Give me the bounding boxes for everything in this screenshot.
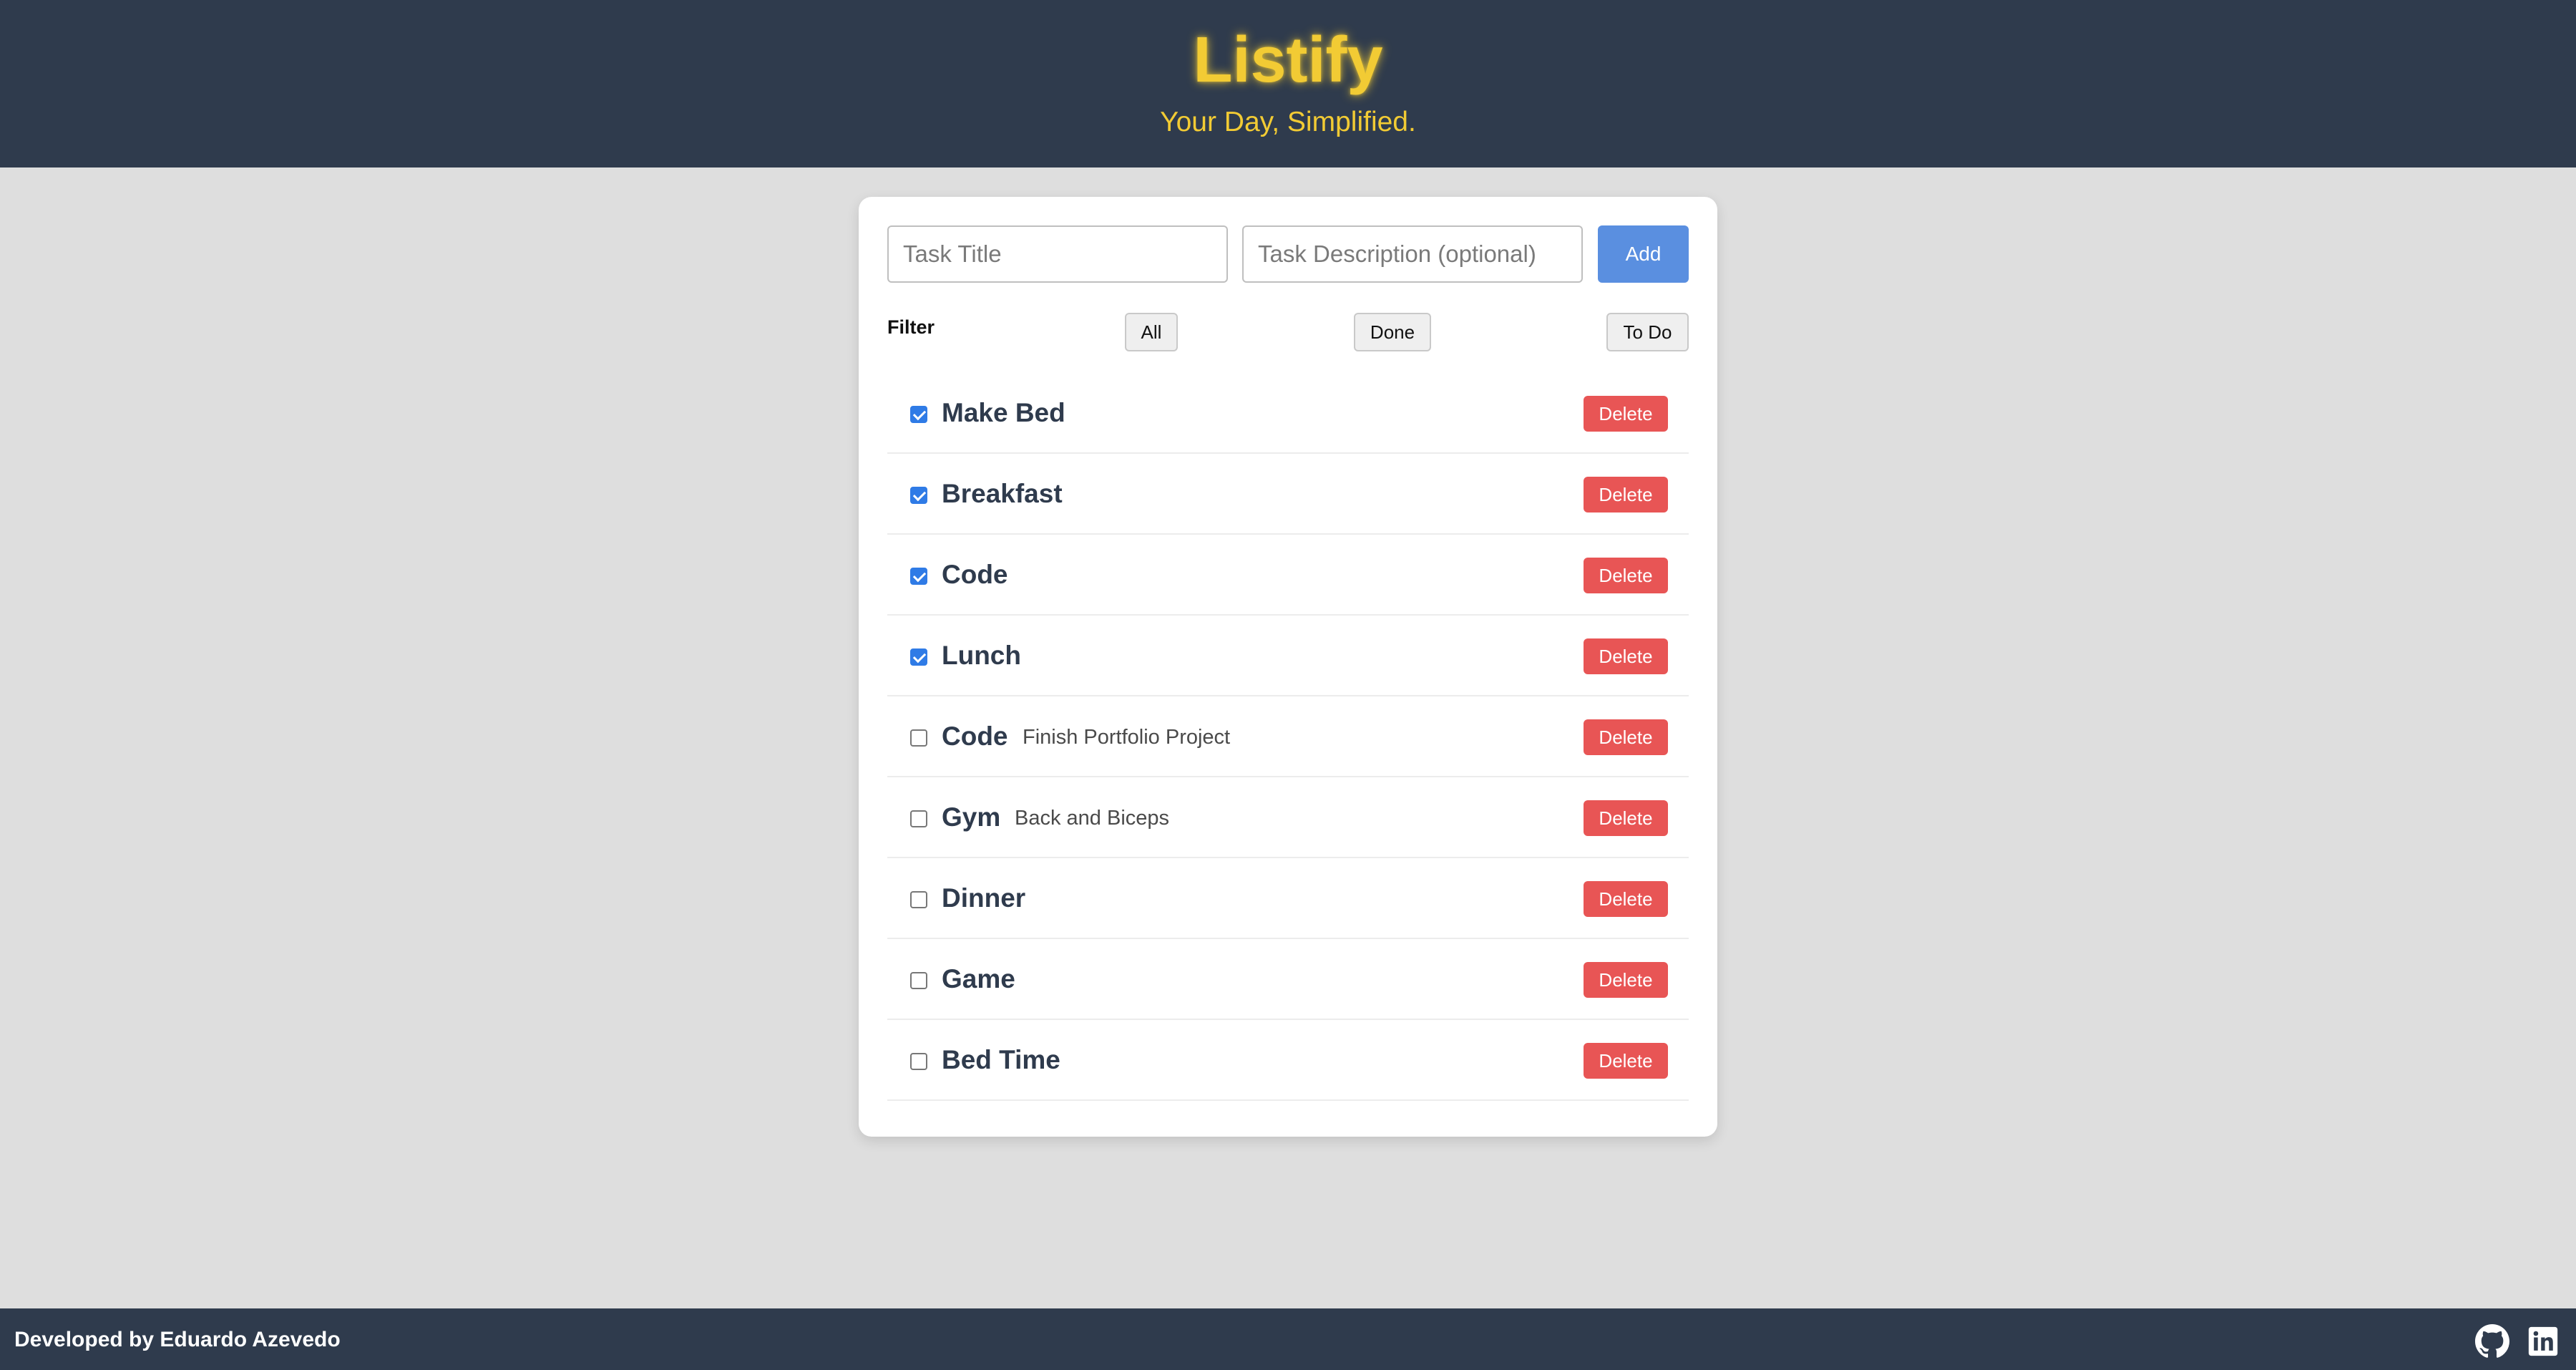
task-title: Game [942,964,1015,994]
task-title: Code [942,560,1008,589]
task-row: Bed Time Delete [887,1020,1689,1101]
filter-all-button[interactable]: All [1125,313,1178,351]
delete-task-button[interactable]: Delete [1584,477,1668,512]
app-title: Listify [1193,24,1383,96]
task-checkbox[interactable] [910,487,927,504]
task-title: Dinner [942,883,1026,913]
task-row: Game Delete [887,939,1689,1020]
delete-task-button[interactable]: Delete [1584,558,1668,593]
app-subtitle: Your Day, Simplified. [1160,107,1416,137]
task-row: Make Bed Delete [887,373,1689,454]
task-checkbox[interactable] [910,972,927,989]
task-row: Code Finish Portfolio Project Delete [887,696,1689,777]
add-task-button[interactable]: Add [1598,225,1689,283]
delete-task-button[interactable]: Delete [1584,800,1668,836]
task-checkbox[interactable] [910,568,927,585]
task-title: Gym [942,802,1001,832]
task-checkbox[interactable] [910,1053,927,1070]
task-card: Add Filter All Done To Do Make Bed Delete… [859,197,1717,1137]
task-title: Bed Time [942,1045,1060,1074]
task-checkbox[interactable] [910,648,927,666]
task-list: Make Bed Delete Breakfast Delete Code Delete L… [887,373,1689,1101]
footer-credit: Developed by Eduardo Azevedo [14,1328,341,1351]
task-description: Back and Biceps [1015,807,1170,830]
task-row: Breakfast Delete [887,454,1689,535]
task-title-input[interactable] [887,225,1228,283]
task-row: Lunch Delete [887,616,1689,696]
task-title: Make Bed [942,398,1065,427]
task-description: Finish Portfolio Project [1023,726,1231,749]
task-row: Gym Back and Biceps Delete [887,777,1689,858]
task-description-input[interactable] [1242,225,1583,283]
delete-task-button[interactable]: Delete [1584,881,1668,917]
app-header: Listify Your Day, Simplified. [0,0,2576,167]
filter-label: Filter [887,316,935,338]
task-title: Lunch [942,641,1021,670]
filter-todo-button[interactable]: To Do [1606,313,1689,351]
delete-task-button[interactable]: Delete [1584,1043,1668,1079]
task-checkbox[interactable] [910,729,927,747]
task-row: Dinner Delete [887,858,1689,939]
task-row: Code Delete [887,535,1689,616]
task-title: Breakfast [942,479,1063,508]
linkedin-icon[interactable] [2527,1326,2559,1357]
delete-task-button[interactable]: Delete [1584,962,1668,998]
task-checkbox[interactable] [910,891,927,908]
task-checkbox[interactable] [910,810,927,827]
filter-done-button[interactable]: Done [1354,313,1431,351]
delete-task-button[interactable]: Delete [1584,719,1668,755]
task-title: Code [942,722,1008,751]
app-footer: Developed by Eduardo Azevedo [0,1308,2576,1370]
delete-task-button[interactable]: Delete [1584,396,1668,432]
github-icon[interactable] [2475,1324,2509,1359]
delete-task-button[interactable]: Delete [1584,638,1668,674]
task-checkbox[interactable] [910,406,927,423]
